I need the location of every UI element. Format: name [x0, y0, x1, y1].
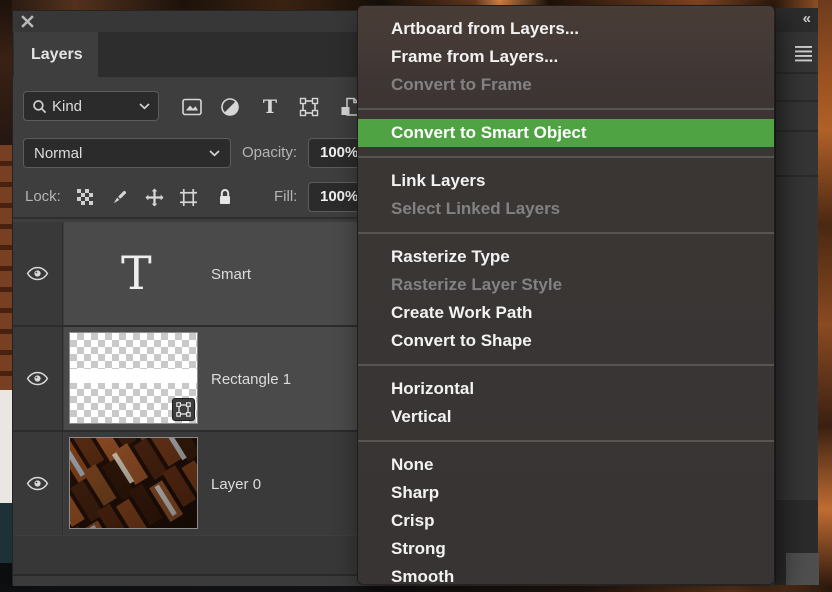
- background-teal-segment: [0, 503, 12, 563]
- checkerboard-lock-icon[interactable]: [75, 187, 95, 207]
- layer-context-menu: Artboard from Layers... Frame from Layer…: [357, 5, 775, 585]
- layer-name: Layer 0: [211, 476, 261, 493]
- menu-item-link-layers[interactable]: Link Layers: [358, 167, 774, 195]
- background-brick-segment: [0, 145, 12, 390]
- close-icon[interactable]: [21, 15, 34, 28]
- background-segment: [0, 0, 12, 145]
- visibility-toggle[interactable]: [13, 327, 63, 430]
- move-lock-icon[interactable]: [144, 187, 164, 207]
- menu-item-frame-from-layers[interactable]: Frame from Layers...: [358, 43, 774, 71]
- type-layers-filter-icon[interactable]: T: [259, 96, 281, 118]
- menu-separator: [358, 108, 774, 110]
- divider: [776, 72, 818, 74]
- divider: [776, 175, 818, 177]
- background-white-segment: [0, 390, 12, 503]
- background-image-bottom-sliver: [0, 585, 832, 592]
- menu-item-smooth[interactable]: Smooth: [358, 563, 774, 585]
- chevron-down-icon: [139, 103, 150, 110]
- divider: [776, 100, 818, 102]
- menu-item-rasterize-type[interactable]: Rasterize Type: [358, 243, 774, 271]
- tab-layers[interactable]: Layers: [14, 32, 98, 77]
- menu-item-strong[interactable]: Strong: [358, 535, 774, 563]
- menu-item-horizontal[interactable]: Horizontal: [358, 375, 774, 403]
- shape-layer-thumbnail[interactable]: [69, 332, 198, 424]
- background-image-left-sliver: [0, 0, 12, 592]
- image-layer-thumbnail[interactable]: [69, 437, 198, 529]
- opacity-label: Opacity:: [242, 138, 297, 168]
- blend-mode-dropdown[interactable]: Normal: [23, 138, 231, 168]
- menu-item-convert-to-smart-object[interactable]: Convert to Smart Object: [358, 119, 774, 147]
- menu-item-convert-to-frame: Convert to Frame: [358, 71, 774, 99]
- visibility-toggle[interactable]: [13, 432, 63, 535]
- blend-mode-value: Normal: [34, 145, 209, 162]
- menu-separator: [358, 364, 774, 366]
- lock-label: Lock:: [25, 182, 61, 212]
- menu-item-select-linked-layers: Select Linked Layers: [358, 195, 774, 223]
- white-rectangle-preview: [70, 369, 197, 383]
- adjustment-layers-filter-icon[interactable]: [219, 96, 241, 118]
- menu-item-create-work-path[interactable]: Create Work Path: [358, 299, 774, 327]
- menu-item-convert-to-shape[interactable]: Convert to Shape: [358, 327, 774, 355]
- hamburger-menu-icon[interactable]: [795, 46, 813, 62]
- right-panel-rail: «: [775, 8, 818, 585]
- menu-item-crisp[interactable]: Crisp: [358, 507, 774, 535]
- artboard-lock-icon[interactable]: [178, 187, 198, 207]
- divider: [776, 130, 818, 132]
- menu-section: Horizontal Vertical: [358, 375, 774, 431]
- visibility-toggle[interactable]: [13, 222, 63, 325]
- menu-item-artboard-from-layers[interactable]: Artboard from Layers...: [358, 15, 774, 43]
- layer-name: Rectangle 1: [211, 371, 291, 388]
- background-image-right-sliver: [818, 0, 832, 592]
- menu-separator: [358, 440, 774, 442]
- brush-lock-icon[interactable]: [109, 187, 129, 207]
- layer-name: Smart: [211, 266, 251, 283]
- shape-layer-badge-icon: [172, 398, 195, 421]
- padlock-icon[interactable]: [215, 187, 235, 207]
- search-icon: [32, 99, 47, 114]
- filter-kind-label: Kind: [52, 98, 134, 115]
- fill-label: Fill:: [274, 182, 297, 212]
- eye-visibility-icon: [26, 476, 49, 491]
- eye-visibility-icon: [26, 371, 49, 386]
- shape-layers-filter-icon[interactable]: [298, 96, 320, 118]
- menu-item-sharp[interactable]: Sharp: [358, 479, 774, 507]
- chevron-down-icon: [209, 150, 220, 157]
- menu-section: None Sharp Crisp Strong Smooth: [358, 451, 774, 585]
- menu-separator: [358, 232, 774, 234]
- rail-bottom-block: [786, 553, 819, 585]
- menu-section: Link Layers Select Linked Layers: [358, 167, 774, 223]
- image-layers-filter-icon[interactable]: [181, 96, 203, 118]
- type-filter-glyph: T: [263, 97, 277, 117]
- menu-item-none[interactable]: None: [358, 451, 774, 479]
- menu-item-vertical[interactable]: Vertical: [358, 403, 774, 431]
- collapse-panels-icon[interactable]: «: [776, 8, 818, 32]
- eye-visibility-icon: [26, 266, 49, 281]
- menu-section: Rasterize Type Rasterize Layer Style Cre…: [358, 243, 774, 355]
- menu-item-rasterize-layer-style: Rasterize Layer Style: [358, 271, 774, 299]
- menu-section: Artboard from Layers... Frame from Layer…: [358, 15, 774, 99]
- filter-kind-dropdown[interactable]: Kind: [23, 91, 159, 121]
- menu-separator: [358, 156, 774, 158]
- type-layer-thumbnail-glyph[interactable]: T: [121, 222, 152, 325]
- menu-section: Convert to Smart Object: [358, 119, 774, 147]
- screenshot-stage: Layers Kind T Norma: [0, 0, 832, 592]
